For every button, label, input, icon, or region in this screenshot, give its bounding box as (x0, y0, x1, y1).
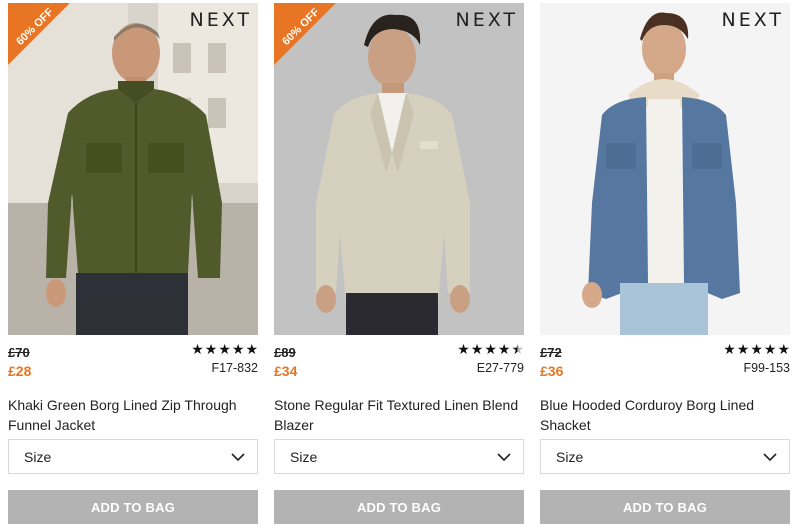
size-select-label: Size (24, 449, 52, 465)
star-icon: ★ (218, 342, 231, 358)
star-icon: ★ (777, 342, 790, 358)
rating-stars: ★ ★ ★ ★ ★ (723, 343, 790, 357)
add-to-bag-button[interactable]: ADD TO BAG (8, 490, 258, 524)
star-icon: ★ (750, 342, 763, 358)
star-icon: ★ (497, 342, 511, 358)
product-image[interactable]: NEXT (540, 3, 790, 335)
chevron-down-icon (497, 453, 511, 462)
price-row: £72 £36 ★ ★ ★ ★ ★ F99-153 (540, 343, 790, 383)
product-title[interactable]: Khaki Green Borg Lined Zip Through Funne… (8, 395, 258, 435)
size-select[interactable]: Size (540, 439, 790, 474)
rating-stars: ★ ★ ★ ★ ★ (191, 343, 258, 357)
star-icon: ★ (470, 342, 484, 358)
brand-logo: NEXT (721, 9, 784, 31)
brand-logo: NEXT (189, 9, 252, 31)
price-row: £70 £28 ★ ★ ★ ★ ★ F17-832 (8, 343, 258, 383)
star-icon: ★ (245, 342, 258, 358)
original-price: £72 (540, 345, 562, 360)
star-half-icon: ★ (511, 342, 524, 358)
chevron-down-icon (231, 453, 245, 462)
product-image[interactable]: 60% OFF NEXT (8, 3, 258, 335)
size-select-label: Size (556, 449, 584, 465)
product-title[interactable]: Stone Regular Fit Textured Linen Blend B… (274, 395, 524, 435)
rating-stars: ★ ★ ★ ★ ★ (457, 343, 524, 357)
product-card[interactable]: 60% OFF NEXT £70 £28 ★ ★ ★ ★ ★ F17-832 Khaki… (8, 0, 258, 530)
price-row: £89 £34 ★ ★ ★ ★ ★ E27-779 (274, 343, 524, 383)
product-card[interactable]: NEXT £72 £36 ★ ★ ★ ★ ★ F99-153 Blue Hooded C… (540, 0, 790, 530)
chevron-down-icon (763, 453, 777, 462)
star-icon: ★ (723, 342, 736, 358)
sale-price: £28 (8, 363, 32, 379)
size-select[interactable]: Size (8, 439, 258, 474)
star-icon: ★ (763, 342, 777, 358)
star-icon: ★ (204, 342, 218, 358)
discount-badge: 60% OFF (274, 3, 336, 65)
product-code: F17-832 (211, 361, 258, 375)
star-icon: ★ (191, 342, 204, 358)
size-select[interactable]: Size (274, 439, 524, 474)
add-to-bag-button[interactable]: ADD TO BAG (274, 490, 524, 524)
discount-badge: 60% OFF (8, 3, 70, 65)
product-photo (540, 3, 790, 335)
sale-price: £36 (540, 363, 564, 379)
size-select-label: Size (290, 449, 318, 465)
sale-price: £34 (274, 363, 298, 379)
star-icon: ★ (231, 342, 245, 358)
star-icon: ★ (736, 342, 750, 358)
original-price: £70 (8, 345, 30, 360)
star-icon: ★ (457, 342, 470, 358)
product-title[interactable]: Blue Hooded Corduroy Borg Lined Shacket (540, 395, 790, 435)
brand-logo: NEXT (455, 9, 518, 31)
product-card[interactable]: 60% OFF NEXT £89 £34 ★ ★ ★ ★ ★ E27-779 Stone… (274, 0, 524, 530)
star-icon: ★ (484, 342, 497, 358)
original-price: £89 (274, 345, 296, 360)
product-code: E27-779 (476, 361, 524, 375)
product-image[interactable]: 60% OFF NEXT (274, 3, 524, 335)
product-code: F99-153 (743, 361, 790, 375)
add-to-bag-button[interactable]: ADD TO BAG (540, 490, 790, 524)
